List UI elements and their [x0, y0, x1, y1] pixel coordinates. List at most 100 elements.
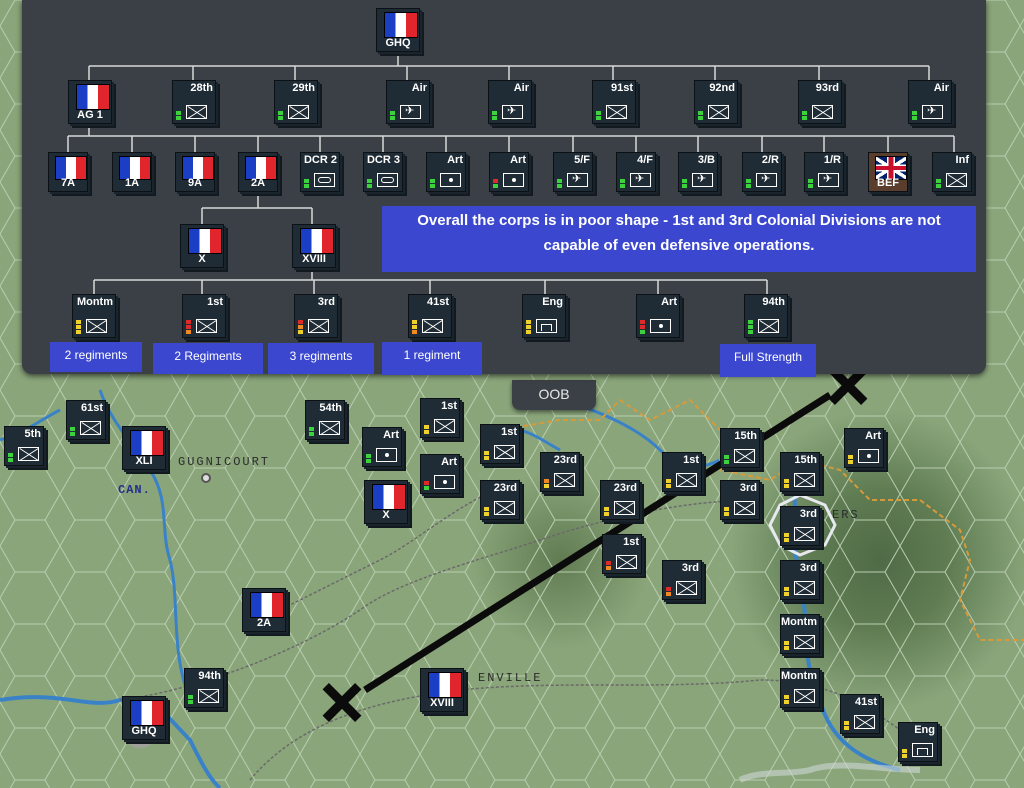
oob-unit[interactable]: Inf	[932, 152, 972, 192]
oob-unit[interactable]: 28th	[172, 80, 216, 124]
infantry-icon	[946, 173, 967, 187]
unit-counter[interactable]: X	[364, 480, 408, 524]
air-icon	[922, 104, 943, 119]
objective-marker	[322, 682, 362, 722]
oob-tab[interactable]: OOB	[512, 380, 596, 410]
infantry-icon	[794, 473, 815, 487]
infantry-icon	[554, 473, 575, 487]
unit-counter[interactable]: 5th	[4, 426, 44, 466]
oob-unit[interactable]: 94th	[744, 294, 788, 338]
oob-unit[interactable]: Art	[426, 152, 466, 192]
oob-unit[interactable]: 3rd	[294, 294, 338, 338]
air-icon	[567, 172, 588, 187]
france-flag-icon	[250, 592, 284, 618]
unit-counter[interactable]: 3rd	[662, 560, 702, 600]
unit-counter[interactable]: XLI	[122, 426, 166, 470]
unit-counter[interactable]: 41st	[840, 694, 880, 734]
unit-counter[interactable]: 23rd	[540, 452, 580, 492]
infantry-icon	[606, 105, 627, 119]
oob-unit[interactable]: 1st	[182, 294, 226, 338]
oob-unit[interactable]: 4/F	[616, 152, 656, 192]
infantry-icon	[434, 419, 455, 433]
oob-ghq[interactable]: GHQ	[376, 8, 420, 52]
unit-counter[interactable]: 3rd	[780, 506, 820, 546]
unit-counter[interactable]: 2A	[242, 588, 286, 632]
unit-counter[interactable]: 1st	[420, 398, 460, 438]
oob-unit[interactable]: Air	[488, 80, 532, 124]
oob-unit[interactable]: DCR 2	[300, 152, 340, 192]
unit-counter[interactable]: 3rd	[780, 560, 820, 600]
unit-counter[interactable]: 1st	[602, 534, 642, 574]
oob-unit[interactable]: Air	[908, 80, 952, 124]
air-icon	[630, 172, 651, 187]
armor-icon	[377, 173, 398, 187]
unit-counter[interactable]: Art	[362, 427, 402, 467]
oob-unit[interactable]: X	[180, 224, 224, 268]
artillery-icon	[434, 475, 455, 489]
oob-unit[interactable]: 1A	[112, 152, 152, 192]
unit-counter[interactable]: 15th	[720, 428, 760, 468]
unit-counter[interactable]: Montm	[780, 614, 820, 654]
infantry-icon	[616, 555, 637, 569]
strength-note: Full Strength	[720, 344, 816, 377]
oob-unit[interactable]: Art	[489, 152, 529, 192]
infantry-icon	[734, 449, 755, 463]
france-flag-icon	[372, 484, 406, 510]
oob-unit[interactable]: 9A	[175, 152, 215, 192]
unit-counter[interactable]: 15th	[780, 452, 820, 492]
infantry-icon	[676, 473, 697, 487]
town-marker	[201, 473, 211, 483]
unit-counter[interactable]: Eng	[898, 722, 938, 762]
oob-unit[interactable]: Montm	[72, 294, 116, 338]
france-flag-icon	[130, 700, 164, 726]
unit-counter[interactable]: 54th	[305, 400, 345, 440]
infantry-icon	[494, 501, 515, 515]
unit-counter[interactable]: 1st	[662, 452, 702, 492]
oob-unit[interactable]: XVIII	[292, 224, 336, 268]
oob-unit[interactable]: 41st	[408, 294, 452, 338]
infantry-icon	[186, 105, 207, 119]
oob-unit[interactable]: Air	[386, 80, 430, 124]
oob-unit[interactable]: 7A	[48, 152, 88, 192]
infantry-icon	[794, 581, 815, 595]
unit-counter[interactable]: GHQ	[122, 696, 166, 740]
oob-unit[interactable]: 92nd	[694, 80, 738, 124]
oob-unit[interactable]: Eng	[522, 294, 566, 338]
air-icon	[692, 172, 713, 187]
infantry-icon	[86, 319, 107, 333]
oob-unit[interactable]: AG 1	[68, 80, 112, 124]
unit-counter[interactable]: Montm	[780, 668, 820, 708]
oob-unit[interactable]: DCR 3	[363, 152, 403, 192]
oob-unit[interactable]: 91st	[592, 80, 636, 124]
infantry-icon	[319, 421, 340, 435]
unit-counter[interactable]: 23rd	[600, 480, 640, 520]
artillery-icon	[376, 448, 397, 462]
unit-counter[interactable]: 3rd	[720, 480, 760, 520]
france-flag-icon	[76, 84, 110, 110]
oob-unit[interactable]: BEF	[868, 152, 908, 192]
oob-unit[interactable]: 3/B	[678, 152, 718, 192]
unit-counter[interactable]: 61st	[66, 400, 106, 440]
unit-counter[interactable]: Art	[420, 454, 460, 494]
oob-unit[interactable]: 2A	[238, 152, 278, 192]
oob-unit[interactable]: 5/F	[553, 152, 593, 192]
france-flag-icon	[300, 228, 334, 254]
oob-unit[interactable]: Art	[636, 294, 680, 338]
oob-unit[interactable]: 1/R	[804, 152, 844, 192]
infantry-icon	[758, 319, 779, 333]
artillery-icon	[858, 449, 879, 463]
unit-counter[interactable]: 94th	[184, 668, 224, 708]
artillery-icon	[650, 319, 671, 333]
unit-counter[interactable]: 1st	[480, 424, 520, 464]
unit-counter[interactable]: XVIII	[420, 668, 464, 712]
unit-counter[interactable]: Art	[844, 428, 884, 468]
artillery-icon	[503, 173, 524, 187]
oob-unit[interactable]: 2/R	[742, 152, 782, 192]
infantry-icon	[494, 445, 515, 459]
infantry-icon	[288, 105, 309, 119]
unit-counter[interactable]: 23rd	[480, 480, 520, 520]
oob-unit[interactable]: 29th	[274, 80, 318, 124]
infantry-icon	[812, 105, 833, 119]
oob-unit[interactable]: 93rd	[798, 80, 842, 124]
infantry-icon	[196, 319, 217, 333]
